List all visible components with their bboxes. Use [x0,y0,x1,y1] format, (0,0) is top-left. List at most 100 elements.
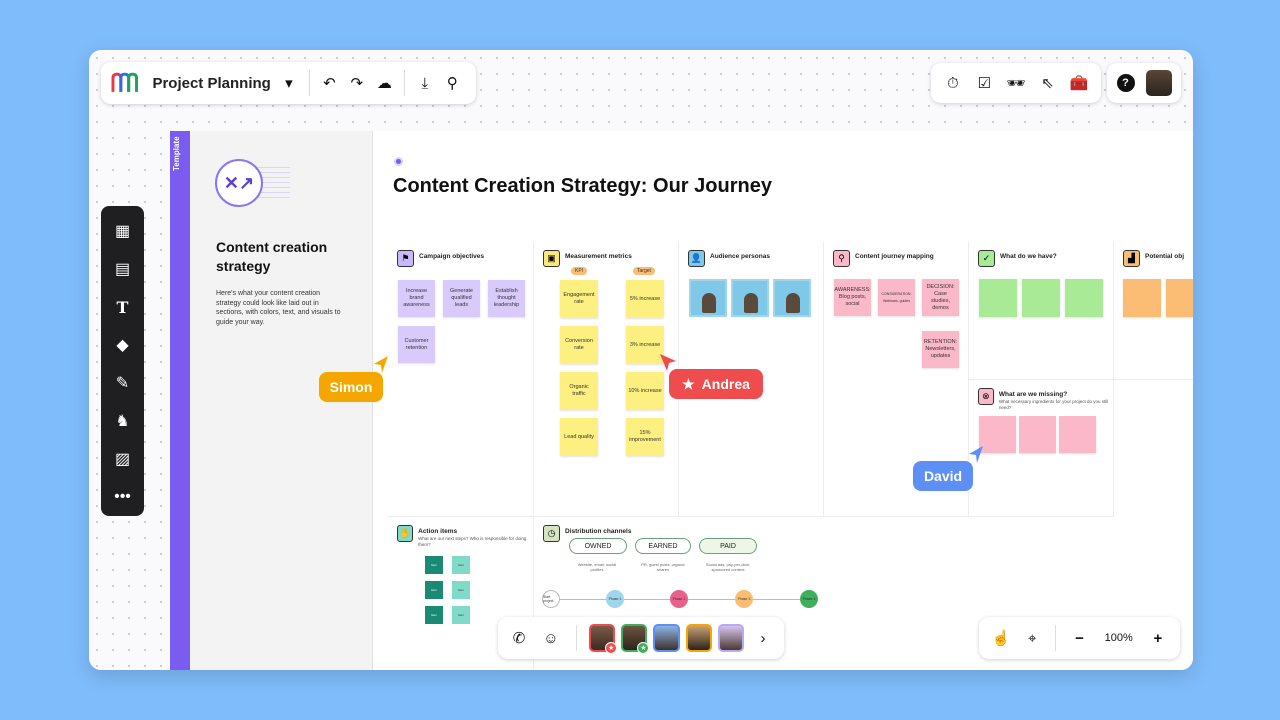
cursor-arrow-icon [969,446,983,463]
collaborator-avatar[interactable] [653,624,680,652]
left-toolbar: ▦ ▤ T ◆ ✎ ♞ ▨ ••• [101,206,144,516]
actions-heading: Action items [418,528,458,535]
cursor-label-david: David [913,461,973,491]
timeline-node[interactable]: Start project [542,590,560,608]
action-cell[interactable]: Item [425,606,443,624]
cloud-check-icon[interactable]: ☁ [371,69,398,97]
pen-icon[interactable]: ✎ [108,364,138,402]
undo-icon[interactable]: ↶ [316,69,343,97]
kpi-sticky[interactable]: Conversion rate [560,326,598,364]
sticky-note[interactable] [1166,279,1193,317]
user-avatar[interactable] [1145,70,1172,96]
collaborator-avatar[interactable]: ★ [621,624,650,654]
template-tab[interactable]: Template [170,131,190,670]
layout-icon[interactable]: ▦ [108,212,138,250]
llama-icon[interactable]: ♞ [108,402,138,440]
cursor-arrow-icon [660,354,676,371]
emoji-icon[interactable]: ☺ [538,624,564,652]
strategy-icon: ✕↗ [215,159,263,207]
toolbox-icon[interactable]: 🧰 [1065,69,1093,97]
sticky-note[interactable]: AWARENESS: Blog posts, social [834,279,871,316]
question-icon[interactable]: ? [1116,74,1135,92]
check-circle-icon: ✓ [978,250,995,267]
divider [308,70,310,96]
missing-heading: What are we missing? [998,391,1068,398]
kpi-sticky[interactable]: Lead quality [560,418,598,456]
timeline-node[interactable]: Phase 1 [606,590,624,608]
search-icon[interactable]: ⚲ [439,69,466,97]
board-dot-icon [394,157,403,166]
clock-icon: ◷ [543,525,560,542]
shapes-icon[interactable]: ◆ [108,326,138,364]
template-description: Here's what your content creation strate… [216,290,341,326]
collaborator-avatar[interactable] [717,624,745,652]
journey-heading: Content journey mapping [855,253,934,260]
sticky-note[interactable]: Increase brand awareness [398,280,435,317]
channel-note: Website, email, social profiles [577,562,617,572]
campaign-heading: Campaign objectives [419,253,485,260]
action-cell[interactable]: Item [452,556,470,574]
action-cell[interactable]: Item [452,606,470,624]
app-logo-icon[interactable] [111,72,140,94]
action-cell[interactable]: Item [425,556,443,574]
kpi-sticky[interactable]: Organic traffic [560,372,598,410]
target-sticky[interactable]: 10% increase [626,372,664,410]
board[interactable]: Content Creation Strategy: Our Journey ⚑… [373,131,1193,670]
template-tab-label: Template [172,136,181,171]
checkbox-icon[interactable]: ☑ [970,69,998,97]
action-cell[interactable]: Item [452,581,470,599]
cursor-click-icon[interactable]: ⇖ [1034,69,1062,97]
zoom-in-icon[interactable]: + [1144,624,1172,652]
cursor-label-andrea: ★ Andrea [669,369,763,399]
sticky-note[interactable] [1059,416,1096,453]
phone-icon[interactable]: ✆ [506,624,532,652]
timer-icon[interactable]: ⏱ [939,69,967,97]
sticky-note[interactable] [979,279,1017,317]
more-icon[interactable]: ••• [108,478,138,516]
chevron-right-icon[interactable]: › [750,624,776,652]
x-circle-icon: ⊗ [978,388,994,405]
persona-photo[interactable] [731,279,769,317]
download-icon[interactable]: ⤓ [411,69,438,97]
persona-photo[interactable] [773,279,811,317]
timeline-node[interactable]: Phase 3 [735,590,753,608]
collaborator-avatar[interactable] [685,624,712,652]
cursor-name-andrea: Andrea [701,376,750,392]
hand-pointer-icon[interactable]: ☝ [987,624,1015,652]
sticky-note[interactable]: CONSIDERATION: Webinars, guides [878,279,915,316]
sticky-note[interactable]: DECISION: Case studies, demos [922,279,959,316]
incognito-icon[interactable]: 🕶 [1002,69,1030,97]
sticky-note[interactable]: Generate qualified leads [443,280,480,317]
text-icon[interactable]: T [108,288,138,326]
channel-chip[interactable]: EARNED [635,538,691,554]
channel-chip[interactable]: OWNED [569,538,627,554]
sticky-note[interactable] [1019,416,1056,453]
sticky-note[interactable]: RETENTION: Newsletters, updates [922,331,959,368]
persona-photo[interactable] [689,279,727,317]
missing-section: ⊗ What are we missing? What necessary ingr… [969,380,1114,517]
sticky-note[interactable] [1065,279,1103,317]
channel-chip[interactable]: PAID [699,538,757,554]
sticky-note[interactable] [1022,279,1060,317]
chevron-down-icon[interactable]: ▾ [275,69,302,97]
timeline-node[interactable]: Phase 4 [800,590,818,608]
zoom-level[interactable]: 100% [1097,632,1141,644]
target-sticky[interactable]: 3% increase [626,326,664,364]
sticky-note[interactable] [1123,279,1161,317]
divider [1055,625,1057,651]
image-icon[interactable]: ▨ [108,440,138,478]
timeline-node[interactable]: Phase 2 [670,590,688,608]
collaborator-avatar[interactable]: ★ [588,624,618,654]
target-sticky[interactable]: 5% increase [626,280,664,318]
zoom-out-icon[interactable]: − [1066,624,1094,652]
kpi-sticky[interactable]: Engagement rate [560,280,598,318]
sticky-note-icon[interactable]: ▤ [108,250,138,288]
target-tag: Target [633,267,655,275]
redo-icon[interactable]: ↷ [343,69,370,97]
map-icon[interactable]: ⌖ [1018,624,1046,652]
action-cell[interactable]: Item [425,581,443,599]
sticky-note[interactable]: Customer retention [398,326,435,363]
sticky-note[interactable]: Establish thought leadership [488,280,525,317]
project-title[interactable]: Project Planning [152,75,275,92]
target-sticky[interactable]: 15% improvement [626,418,664,456]
